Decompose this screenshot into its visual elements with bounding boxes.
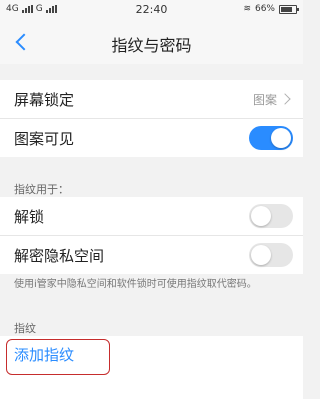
fingerprint-usage-group: 解锁 解密隐私空间 bbox=[0, 197, 303, 274]
status-right: ≋ 66% bbox=[243, 4, 299, 14]
toggle-knob bbox=[251, 245, 271, 265]
usage-note: 使用i管家中隐私空间和软件锁时可使用指纹取代密码。 bbox=[14, 279, 257, 290]
status-bar: 4G G 22:40 ≋ 66% bbox=[0, 0, 303, 20]
private-space-toggle[interactable] bbox=[249, 243, 293, 267]
screen-lock-value: 图案 bbox=[252, 92, 277, 107]
wifi-icon: ≋ bbox=[243, 4, 251, 14]
unlock-row: 解锁 bbox=[0, 197, 303, 235]
private-space-row: 解密隐私空间 bbox=[0, 235, 303, 274]
chevron-right-icon bbox=[279, 93, 291, 105]
page-title: 指纹与密码 bbox=[111, 36, 192, 55]
lock-settings-group: 屏幕锁定 图案 图案可见 bbox=[0, 80, 303, 157]
fingerprint-usage-title: 指纹用于： bbox=[14, 183, 69, 196]
pattern-visible-toggle[interactable] bbox=[249, 126, 293, 150]
screen-lock-row[interactable]: 屏幕锁定 图案 bbox=[0, 80, 303, 118]
battery-percent: 66% bbox=[254, 4, 275, 14]
unlock-label: 解锁 bbox=[14, 207, 45, 226]
private-space-label: 解密隐私空间 bbox=[14, 246, 105, 265]
toggle-knob bbox=[251, 206, 271, 226]
highlight-box bbox=[6, 339, 110, 375]
nav-header: 指纹与密码 bbox=[0, 20, 303, 64]
fingerprints-title: 指纹 bbox=[14, 322, 36, 335]
pattern-visible-row: 图案可见 bbox=[0, 118, 303, 157]
toggle-knob bbox=[271, 128, 291, 148]
pattern-visible-label: 图案可见 bbox=[14, 129, 75, 148]
unlock-toggle[interactable] bbox=[249, 204, 293, 228]
screen-lock-label: 屏幕锁定 bbox=[14, 90, 75, 109]
battery-icon bbox=[279, 4, 299, 14]
